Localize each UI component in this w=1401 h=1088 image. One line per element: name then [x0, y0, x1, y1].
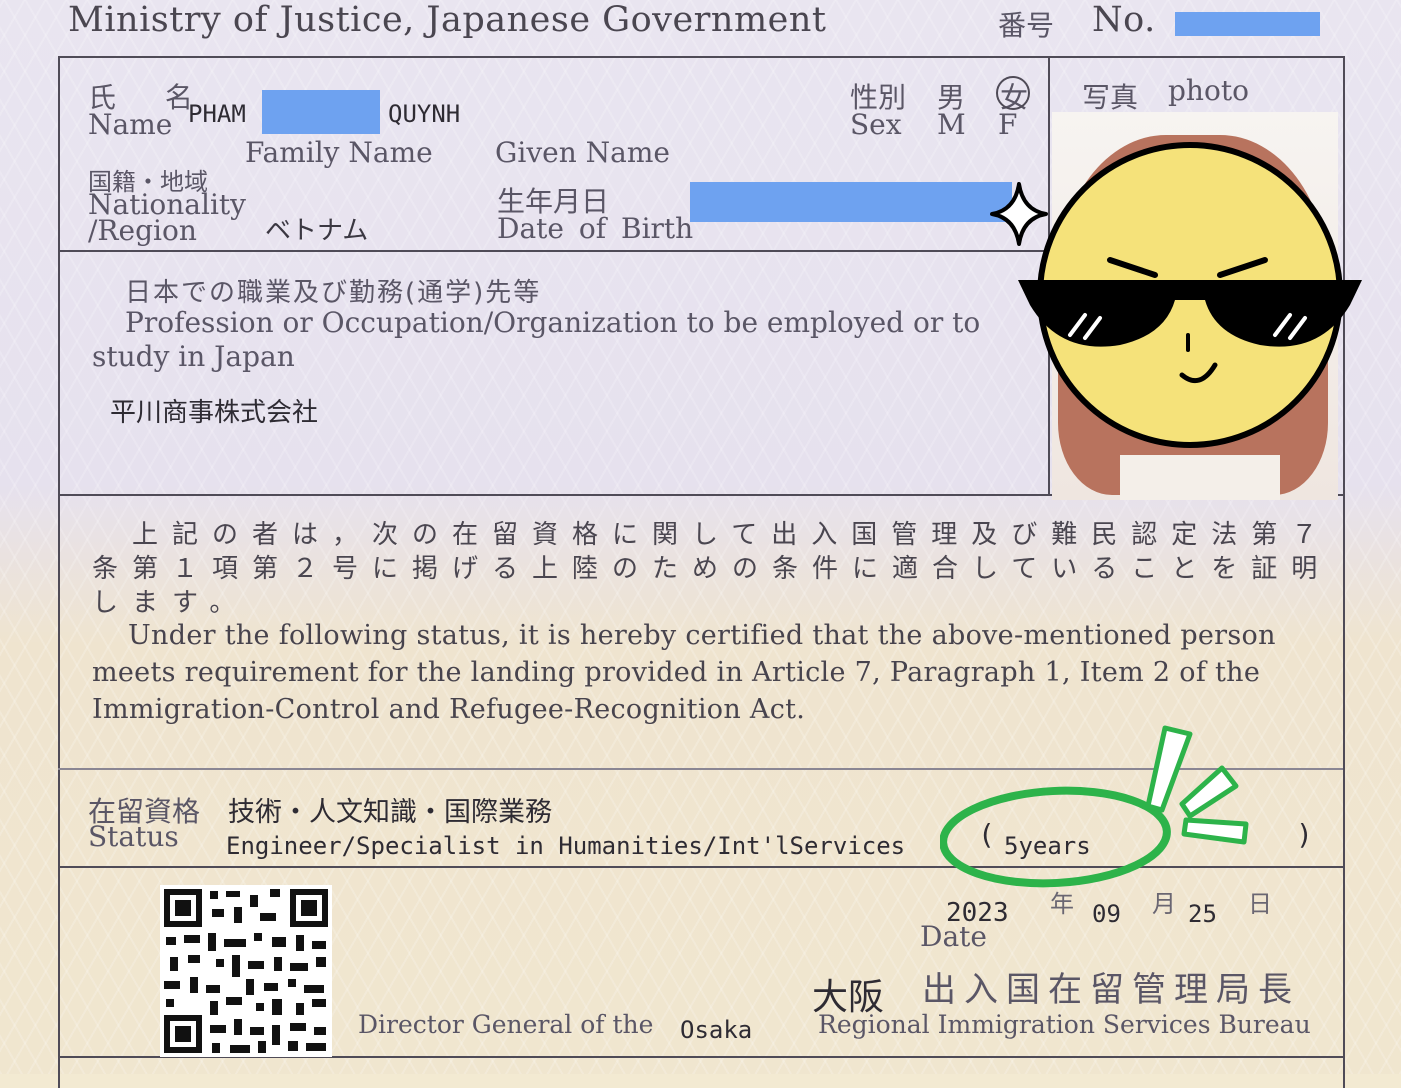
name-label-en: Name: [88, 108, 173, 141]
ministry-title: Ministry of Justice, Japanese Government: [68, 0, 827, 40]
date-label: Date: [920, 920, 987, 953]
dob-redaction: [690, 182, 1012, 222]
date-year-jp: 年: [1050, 890, 1074, 918]
certification-en-3: Immigration-Control and Refugee-Recognit…: [92, 694, 806, 725]
issuer-bureau-jp: 出入国在留管理局長: [922, 970, 1300, 1010]
occupation-label-en-1: Profession or Occupation/Organization to…: [125, 306, 981, 339]
sex-label-en: Sex: [850, 108, 902, 141]
photo-label-en: photo: [1168, 74, 1249, 107]
number-label-jp: 番号: [998, 9, 1055, 42]
date-day: 25: [1188, 900, 1217, 928]
photo-label-jp: 写真: [1082, 81, 1139, 114]
dob-label-en: Date of Birth: [497, 212, 694, 245]
nationality-value: ベトナム: [265, 216, 369, 246]
sex-selected-circle: [996, 76, 1030, 110]
status-value-jp: 技術・人文知識・国際業務: [228, 797, 552, 828]
certification-jp-1: 上記の者は，次の在留資格に関して出入国管理及び難民認定法第７: [132, 520, 1332, 550]
occupation-label-jp: 日本での職業及び勤務(通学)先等: [125, 278, 542, 308]
sparkle-icon: [990, 182, 1048, 246]
certification-en-2: meets requirement for the landing provid…: [92, 657, 1261, 688]
photo-shirt: [1120, 455, 1280, 500]
certification-jp-2: 条第１項第２号に掲げる上陸のための条件に適合していることを証明: [92, 554, 1332, 584]
occupation-value: 平川商事株式会社: [110, 398, 319, 428]
certification-jp-3: します。: [92, 588, 250, 618]
divider-1: [58, 250, 1050, 252]
sex-female-en: F: [998, 108, 1018, 141]
certification-en-1: Under the following status, it is hereby…: [128, 620, 1276, 651]
sunglasses-emoji-icon: [1018, 142, 1362, 448]
issuer-director-en: Director General of the: [358, 1010, 654, 1039]
family-name-value: PHAM: [188, 100, 246, 128]
number-label-en: No.: [1092, 0, 1156, 40]
given-name-value: QUYNH: [388, 100, 461, 128]
name-redaction: [262, 90, 380, 134]
duration-paren-close: ): [1296, 818, 1313, 851]
qr-code: [160, 885, 332, 1057]
date-month: 09: [1092, 900, 1121, 928]
date-month-jp: 月: [1152, 890, 1176, 918]
occupation-label-en-2: study in Japan: [92, 340, 295, 373]
sex-male-en: M: [937, 108, 966, 141]
nationality-label-en-2: /Region: [88, 214, 197, 247]
issuer-city-en: Osaka: [680, 1016, 753, 1044]
family-name-caption: Family Name: [245, 136, 433, 169]
status-value-en: Engineer/Specialist in Humanities/Int'lS…: [226, 832, 906, 860]
given-name-caption: Given Name: [495, 136, 670, 169]
number-redaction: [1175, 12, 1320, 36]
status-label-en: Status: [88, 820, 179, 853]
emphasis-lines-icon: [940, 725, 1249, 888]
issuer-bureau-en: Regional Immigration Services Bureau: [818, 1010, 1311, 1039]
date-day-jp: 日: [1248, 890, 1272, 918]
